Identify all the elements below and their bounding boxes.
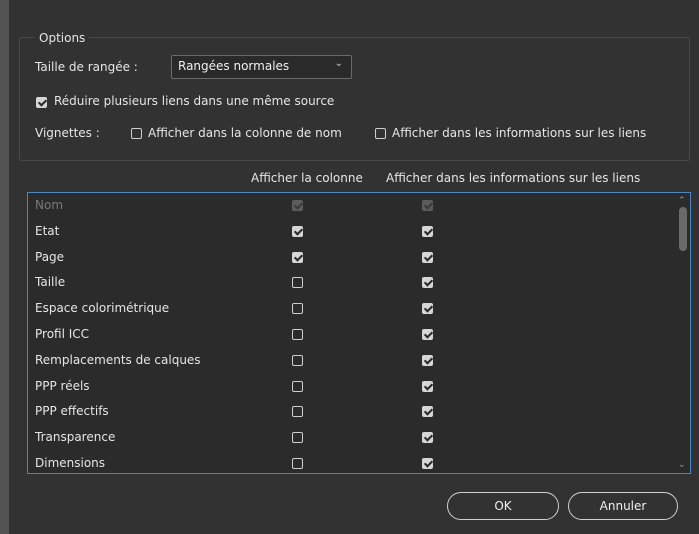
table-row[interactable]: Nom [28, 193, 676, 219]
row-size-label: Taille de rangée : [35, 60, 138, 74]
vertical-scrollbar[interactable]: ⌃ ⌄ [676, 193, 690, 473]
column-header-show-column: Afficher la colonne [251, 171, 363, 185]
table-row[interactable]: PPP effectifs [28, 399, 676, 425]
show-column-checkbox[interactable] [292, 329, 303, 340]
cancel-button[interactable]: Annuler [568, 492, 678, 520]
show-info-checkbox[interactable] [422, 303, 433, 315]
thumb-info-checkbox[interactable] [375, 128, 386, 139]
show-column-checkbox[interactable] [292, 458, 303, 469]
show-info-checkbox[interactable] [422, 354, 433, 366]
link-info-table[interactable]: Nom Etat Page Taille Espace colorimétrique Pr… [27, 192, 691, 474]
show-info-checkbox[interactable] [422, 277, 433, 289]
thumb-name-label: Afficher dans la colonne de nom [148, 126, 342, 140]
show-column-checkbox[interactable] [292, 251, 303, 263]
show-column-checkbox[interactable] [292, 406, 303, 418]
row-name: Espace colorimétrique [35, 301, 170, 316]
show-column-checkbox [292, 200, 303, 211]
show-info-checkbox[interactable] [422, 432, 433, 444]
chevron-down-icon: ⌄ [334, 58, 343, 69]
options-legend: Options [35, 31, 90, 45]
show-info-checkbox[interactable] [422, 225, 433, 237]
thumb-name-checkbox[interactable] [131, 128, 142, 139]
row-size-value: Rangées normales [178, 59, 290, 73]
row-name: Page [35, 249, 65, 264]
show-column-checkbox[interactable] [292, 432, 303, 444]
collapse-links-checkbox[interactable] [36, 97, 47, 108]
show-column-checkbox[interactable] [292, 277, 303, 289]
row-name: Transparence [35, 430, 116, 445]
row-name: PPP réels [35, 378, 90, 393]
table-row[interactable]: Transparence [28, 425, 676, 451]
row-name: Dimensions [35, 456, 106, 470]
row-name: Nom [35, 198, 64, 212]
show-info-checkbox[interactable] [422, 406, 433, 418]
show-column-checkbox[interactable] [292, 225, 303, 237]
table-row[interactable]: PPP réels [28, 374, 676, 400]
show-column-checkbox[interactable] [292, 354, 303, 366]
ok-button[interactable]: OK [447, 492, 559, 520]
table-row[interactable]: Etat [28, 219, 676, 245]
show-info-checkbox[interactable] [422, 380, 433, 392]
table-row[interactable]: Espace colorimétrique [28, 296, 676, 322]
row-name: Etat [35, 223, 60, 238]
row-name: Remplacements de calques [35, 352, 201, 367]
show-column-checkbox[interactable] [292, 380, 303, 392]
show-info-checkbox[interactable] [422, 329, 433, 340]
table-row[interactable]: Remplacements de calques [28, 348, 676, 374]
caret-up-icon[interactable]: ⌃ [678, 196, 686, 206]
row-size-select[interactable]: Rangées normales ⌄ [171, 55, 352, 79]
table-row[interactable]: Dimensions [28, 451, 676, 473]
column-header-show-info: Afficher dans les informations sur les l… [386, 171, 641, 185]
show-column-checkbox[interactable] [292, 303, 303, 315]
table-row[interactable]: Profil ICC [28, 322, 676, 348]
table-row[interactable]: Taille [28, 270, 676, 296]
row-name: Taille [35, 275, 66, 290]
scroll-thumb[interactable] [679, 207, 687, 251]
collapse-links-label: Réduire plusieurs liens dans une même so… [54, 94, 335, 108]
show-info-checkbox[interactable] [422, 458, 433, 469]
caret-down-icon[interactable]: ⌄ [678, 460, 686, 470]
thumbnails-label: Vignettes : [35, 126, 100, 140]
thumb-info-label: Afficher dans les informations sur les l… [392, 126, 647, 140]
row-name: PPP effectifs [35, 404, 109, 419]
show-info-checkbox [422, 200, 433, 211]
table-row[interactable]: Page [28, 245, 676, 271]
row-name: Profil ICC [35, 327, 90, 341]
show-info-checkbox[interactable] [422, 251, 433, 263]
